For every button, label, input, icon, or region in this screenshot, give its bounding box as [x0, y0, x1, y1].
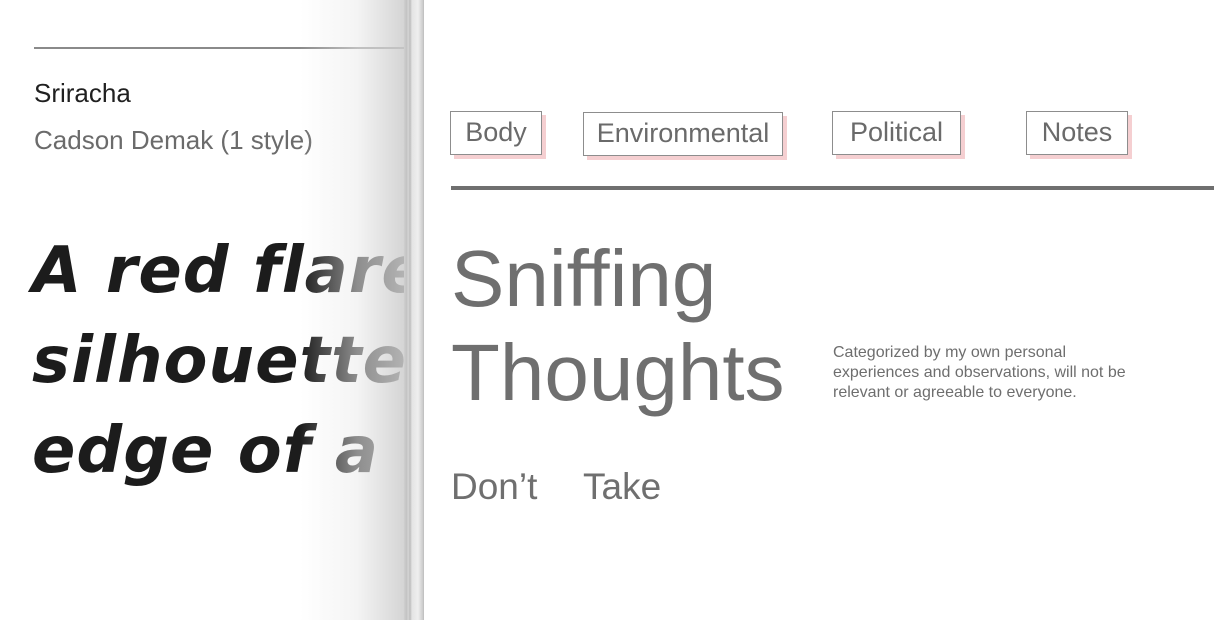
- font-sample-line: A red flare: [32, 234, 404, 308]
- tag-notes[interactable]: Notes: [1026, 111, 1128, 155]
- font-sample-line: silhouetted: [32, 324, 404, 398]
- heading-word: Take: [583, 466, 662, 507]
- header-rule: [451, 186, 1214, 190]
- font-sample-text: A red flare silhouetted edge of a w: [32, 226, 404, 496]
- article-page: Body Environmental Political Notes Sniff…: [424, 0, 1214, 620]
- page-title-line: Sniffing: [451, 234, 717, 323]
- font-card-divider: [34, 47, 404, 49]
- page-description: Categorized by my own personal experienc…: [833, 344, 1126, 401]
- font-preview-panel[interactable]: Sriracha Cadson Demak (1 style) A red fl…: [0, 0, 404, 620]
- tag-body[interactable]: Body: [450, 111, 542, 155]
- font-style-count: Cadson Demak (1 style): [34, 125, 313, 155]
- tag-environmental[interactable]: Environmental: [583, 112, 783, 156]
- page-title-line: Thoughts: [451, 328, 785, 417]
- page-title: Sniffing Thoughts: [451, 232, 785, 420]
- page-divider: [404, 0, 424, 620]
- font-sample-line: edge of a w: [32, 414, 404, 488]
- heading-word: Don’t: [451, 466, 538, 507]
- tag-political[interactable]: Political: [832, 111, 961, 155]
- font-name[interactable]: Sriracha: [34, 78, 131, 109]
